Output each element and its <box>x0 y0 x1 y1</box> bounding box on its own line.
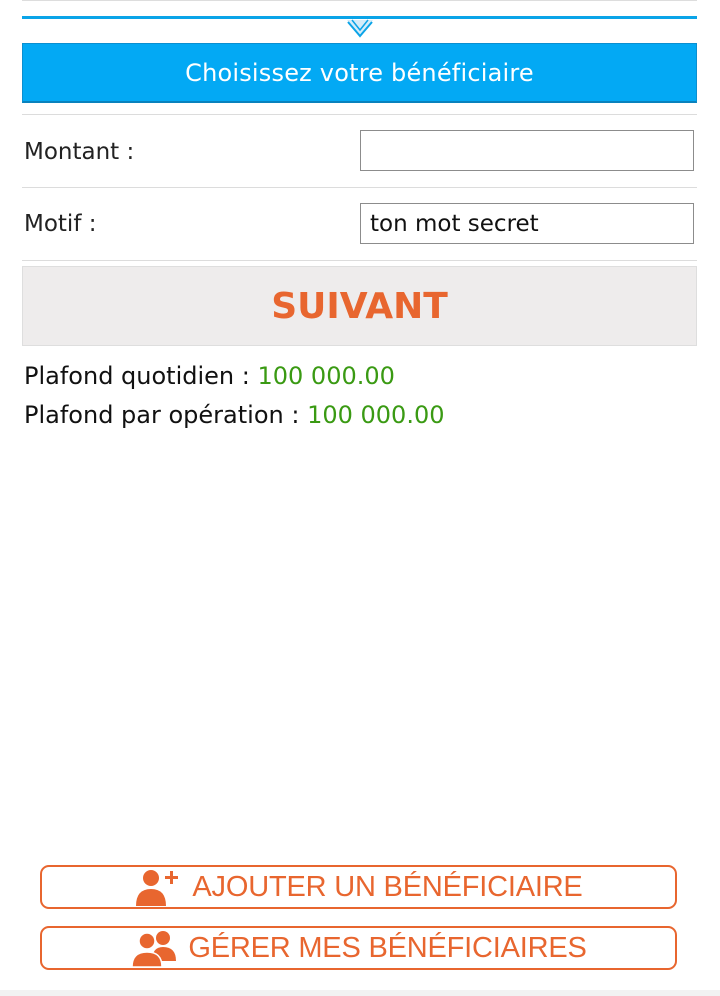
divider <box>22 260 697 261</box>
reason-field[interactable] <box>360 203 694 244</box>
add-beneficiary-button[interactable]: AJOUTER UN BÉNÉFICIAIRE <box>40 865 677 909</box>
daily-limit-label: Plafond quotidien : <box>24 362 258 390</box>
daily-limit: Plafond quotidien : 100 000.00 <box>24 362 395 390</box>
per-operation-limit-label: Plafond par opération : <box>24 401 308 429</box>
per-operation-limit: Plafond par opération : 100 000.00 <box>24 401 445 429</box>
next-button[interactable]: SUIVANT <box>22 266 697 346</box>
manage-beneficiaries-button[interactable]: GÉRER MES BÉNÉFICIAIRES <box>40 926 677 970</box>
bottom-edge <box>0 990 720 996</box>
chevron-down-icon <box>347 19 373 38</box>
choose-beneficiary-button[interactable]: Choisissez votre bénéficiaire <box>22 43 697 103</box>
daily-limit-value: 100 000.00 <box>257 362 395 390</box>
divider <box>22 187 697 188</box>
previous-section-card <box>22 0 697 1</box>
amount-label: Montant : <box>24 139 135 165</box>
add-beneficiary-label: AJOUTER UN BÉNÉFICIAIRE <box>192 870 583 903</box>
users-icon <box>131 931 177 968</box>
add-user-icon <box>136 870 179 906</box>
transfer-form-page: Choisissez votre bénéficiaire Montant : … <box>22 0 697 996</box>
manage-beneficiaries-label: GÉRER MES BÉNÉFICIAIRES <box>188 931 587 964</box>
reason-label: Motif : <box>24 211 97 237</box>
per-operation-limit-value: 100 000.00 <box>307 401 445 429</box>
amount-field[interactable] <box>360 130 694 171</box>
divider <box>22 114 697 115</box>
